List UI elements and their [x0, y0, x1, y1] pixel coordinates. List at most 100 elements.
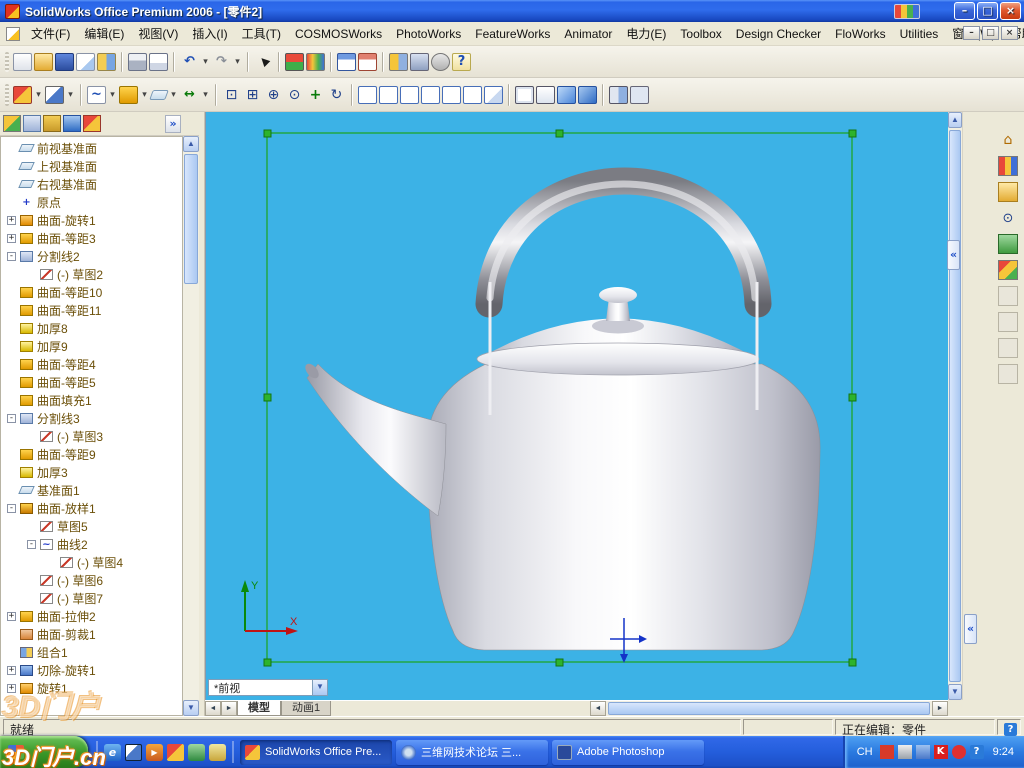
tree-item[interactable]: + 切除-旋转1 [1, 661, 182, 679]
tree-item[interactable]: (-) 草图6 [1, 571, 182, 589]
menu-item[interactable]: PhotoWorks [389, 24, 468, 44]
menu-item[interactable]: 文件(F) [24, 22, 77, 45]
design-table-red-icon[interactable] [358, 52, 377, 71]
home-icon[interactable]: ⌂ [998, 130, 1018, 150]
appearances-icon[interactable] [998, 260, 1018, 280]
scroll-track[interactable] [183, 152, 199, 700]
new-document-icon[interactable] [13, 52, 32, 71]
menu-item[interactable]: Design Checker [729, 24, 828, 44]
tree-item[interactable]: 曲面-等距9 [1, 445, 182, 463]
language-bar-icon[interactable] [894, 3, 920, 19]
view-right-icon[interactable] [421, 85, 440, 104]
mail-icon[interactable] [209, 743, 226, 761]
network-icon[interactable] [915, 745, 930, 759]
menu-item[interactable]: Animator [557, 24, 619, 44]
undo-dropdown-icon[interactable]: ▾ [201, 53, 210, 71]
ime-icon[interactable] [879, 745, 894, 759]
undo-icon[interactable]: ↶ [180, 53, 199, 71]
document-restore-button[interactable]: □ [982, 26, 999, 40]
tree-item[interactable]: + 曲面-旋转1 [1, 211, 182, 229]
close-button[interactable]: × [1000, 2, 1021, 20]
expand-toggle-icon[interactable]: + [7, 215, 16, 225]
propertymanager-tab-icon[interactable] [23, 115, 41, 132]
menu-item[interactable]: 插入(I) [185, 22, 234, 45]
print-preview-icon[interactable] [149, 52, 168, 71]
expand-toggle-icon[interactable]: - [7, 251, 16, 261]
select-cursor-icon[interactable]: ▶ [250, 48, 276, 74]
options-icon[interactable] [431, 52, 450, 71]
pane-tool-icon[interactable] [998, 286, 1018, 306]
shaded-icon[interactable] [578, 85, 597, 104]
tree-item[interactable]: 前视基准面 [1, 139, 182, 157]
view-isometric-icon[interactable] [484, 85, 503, 104]
expand-toggle-icon[interactable]: - [7, 503, 16, 513]
featuremanager-tab-icon[interactable] [3, 115, 21, 132]
mass-properties-icon[interactable] [410, 52, 429, 71]
print-icon[interactable] [128, 52, 147, 71]
tree-item[interactable]: + 旋转1 [1, 679, 182, 697]
zoom-to-area-icon[interactable]: ⊞ [243, 86, 262, 104]
tree-scrollbar[interactable]: ▲ ▼ [183, 136, 199, 716]
pane-tool-icon[interactable] [998, 312, 1018, 332]
tree-item[interactable]: (-) 草图7 [1, 589, 182, 607]
view-orientation-combo[interactable]: *前视 ▼ [208, 679, 328, 696]
pane-tool-icon[interactable] [998, 364, 1018, 384]
tree-item[interactable]: 基准面1 [1, 481, 182, 499]
tree-item[interactable]: 组合1 [1, 643, 182, 661]
tree-item[interactable]: 草图5 [1, 517, 182, 535]
scroll-right-icon[interactable]: ► [932, 701, 948, 716]
tree-item[interactable]: 曲面-等距10 [1, 283, 182, 301]
sheet-tab[interactable]: 模型 [237, 701, 281, 716]
open-folder-icon[interactable] [34, 52, 53, 71]
sketch-tool-icon[interactable] [45, 85, 64, 104]
tree-item[interactable]: 曲面-剪裁1 [1, 625, 182, 643]
tree-item[interactable]: 右视基准面 [1, 175, 182, 193]
help-icon[interactable]: ? [452, 52, 471, 71]
scroll-track[interactable] [606, 701, 932, 716]
graphics-area[interactable]: Y X [206, 112, 948, 700]
file-explorer-icon[interactable] [998, 182, 1018, 202]
pan-icon[interactable]: + [306, 86, 325, 104]
measure-icon[interactable] [389, 52, 408, 71]
taskbar-task[interactable]: Adobe Photoshop [552, 739, 704, 765]
viewport-scrollbar[interactable]: ▲ ▼ [948, 112, 962, 700]
kettle-handle[interactable] [475, 167, 772, 318]
expand-toggle-icon[interactable]: - [7, 413, 16, 423]
tree-item[interactable]: 加厚8 [1, 319, 182, 337]
save-icon[interactable] [55, 52, 74, 71]
tree-item[interactable]: 曲面填充1 [1, 391, 182, 409]
tree-item[interactable]: - 曲线2 [1, 535, 182, 553]
menu-item[interactable]: 视图(V) [131, 22, 185, 45]
wireframe-icon[interactable] [515, 85, 534, 104]
tree-item[interactable]: 上视基准面 [1, 157, 182, 175]
pane-tool-icon[interactable] [998, 338, 1018, 358]
design-table-icon[interactable] [337, 52, 356, 71]
document-minimize-button[interactable]: – [963, 26, 980, 40]
solidworks-quick-icon[interactable] [167, 743, 184, 761]
tree-item[interactable]: 曲面-等距4 [1, 355, 182, 373]
expand-toggle-icon[interactable]: + [7, 611, 16, 621]
dropdown-arrow-icon[interactable]: ▾ [201, 86, 210, 104]
media-player-icon[interactable]: ▶ [146, 743, 163, 761]
edit-color-icon[interactable] [306, 52, 325, 71]
make-drawing-icon[interactable] [76, 52, 95, 71]
tree-item[interactable]: 加厚3 [1, 463, 182, 481]
scroll-down-icon[interactable]: ▼ [183, 700, 199, 716]
menu-item[interactable]: FloWorks [828, 24, 892, 44]
menu-item[interactable]: Utilities [893, 24, 946, 44]
alert-icon[interactable] [951, 745, 966, 759]
help-icon[interactable]: ? [1004, 722, 1017, 736]
view-back-icon[interactable] [379, 85, 398, 104]
zoom-in-out-icon[interactable]: ⊕ [264, 86, 283, 104]
tree-item[interactable]: (-) 草图2 [1, 265, 182, 283]
scroll-up-icon[interactable]: ▲ [948, 112, 962, 128]
rotate-view-icon[interactable]: ↻ [327, 86, 346, 104]
scroll-thumb[interactable] [949, 130, 961, 682]
redo-icon[interactable]: ↷ [212, 53, 231, 71]
tree-item[interactable]: + 曲面-等距3 [1, 229, 182, 247]
dropdown-arrow-icon[interactable]: ▾ [140, 86, 149, 104]
menu-item[interactable]: 电力(E) [619, 22, 673, 45]
tree-item[interactable]: - 分割线3 [1, 409, 182, 427]
kettle-body[interactable] [426, 363, 821, 651]
rebuild-icon[interactable] [285, 52, 304, 71]
